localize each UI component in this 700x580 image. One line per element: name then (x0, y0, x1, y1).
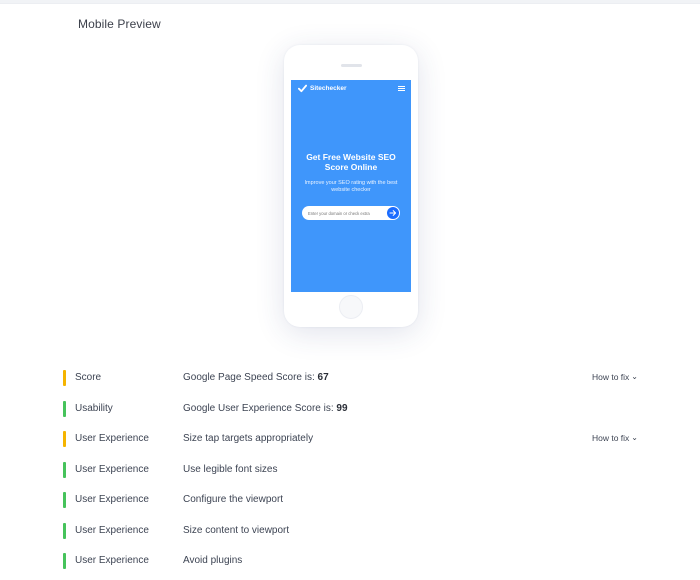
row-category: User Experience (75, 433, 149, 444)
row-description: Size content to viewport (183, 524, 290, 536)
row-description-text: Google User Experience Score is: (183, 402, 337, 414)
brand-name: Sitechecker (310, 85, 347, 92)
phone-speaker (341, 64, 362, 67)
audit-row: User Experience Avoid plugins (63, 549, 643, 580)
phone-home-button (339, 295, 363, 319)
chevron-down-icon: ⌄ (631, 372, 638, 381)
preview-subheadline: Improve your SEO rating with the best we… (304, 180, 398, 193)
status-indicator-warning (63, 370, 66, 386)
checkmark-logo-icon (298, 84, 307, 93)
row-description: Google Page Speed Score is: 67 (183, 372, 329, 383)
row-description: Use legible font sizes (183, 463, 278, 475)
submit-button[interactable] (387, 207, 399, 219)
audit-row: User Experience Size tap targets appropr… (63, 427, 643, 458)
row-description: Configure the viewport (183, 494, 284, 505)
row-category: User Experience (75, 494, 149, 505)
row-score-value: 67 (317, 372, 329, 383)
audit-results-list: Score Google Page Speed Score is: 67 How… (63, 366, 643, 580)
status-indicator-ok (63, 553, 66, 569)
status-indicator-warning (63, 431, 66, 447)
how-to-fix-toggle[interactable]: How to fix ⌄ (592, 372, 638, 382)
phone-mockup: Sitechecker Get Free Website SEO Score O… (284, 45, 418, 327)
preview-headline: Get Free Website SEO Score Online (306, 152, 396, 172)
audit-row: Usability Google User Experience Score i… (63, 397, 643, 428)
status-indicator-ok (63, 400, 66, 417)
status-indicator-ok (63, 492, 66, 508)
how-to-fix-label: How to fix (591, 433, 630, 443)
audit-row: User Experience Configure the viewport (63, 488, 643, 519)
top-divider (0, 0, 700, 4)
row-description: Google User Experience Score is: 99 (183, 403, 348, 414)
how-to-fix-toggle[interactable]: How to fix ⌄ (592, 433, 638, 443)
chevron-down-icon: ⌄ (631, 433, 638, 442)
brand-logo: Sitechecker (298, 84, 347, 93)
how-to-fix-label: How to fix (591, 372, 630, 382)
domain-input-wrapper (302, 206, 400, 220)
status-indicator-ok (63, 522, 66, 539)
row-description-text: Google Page Speed Score is: (183, 372, 318, 383)
mobile-preview-screen: Sitechecker Get Free Website SEO Score O… (291, 80, 411, 292)
row-category: User Experience (75, 463, 149, 475)
arrow-right-icon (389, 210, 397, 216)
audit-row: User Experience Use legible font sizes (63, 458, 643, 489)
audit-row: Score Google Page Speed Score is: 67 How… (63, 366, 643, 397)
section-title: Mobile Preview (78, 17, 161, 31)
row-category: Usability (75, 402, 113, 414)
row-category: User Experience (75, 524, 149, 536)
row-category: Score (75, 372, 102, 383)
status-indicator-ok (63, 461, 66, 478)
row-category: User Experience (75, 555, 149, 566)
domain-input[interactable] (308, 208, 380, 218)
row-description: Avoid plugins (183, 555, 243, 566)
row-score-value: 99 (336, 402, 348, 414)
audit-row: User Experience Size content to viewport (63, 519, 643, 550)
hamburger-menu-icon[interactable] (398, 86, 405, 91)
row-description: Size tap targets appropriately (183, 433, 314, 444)
